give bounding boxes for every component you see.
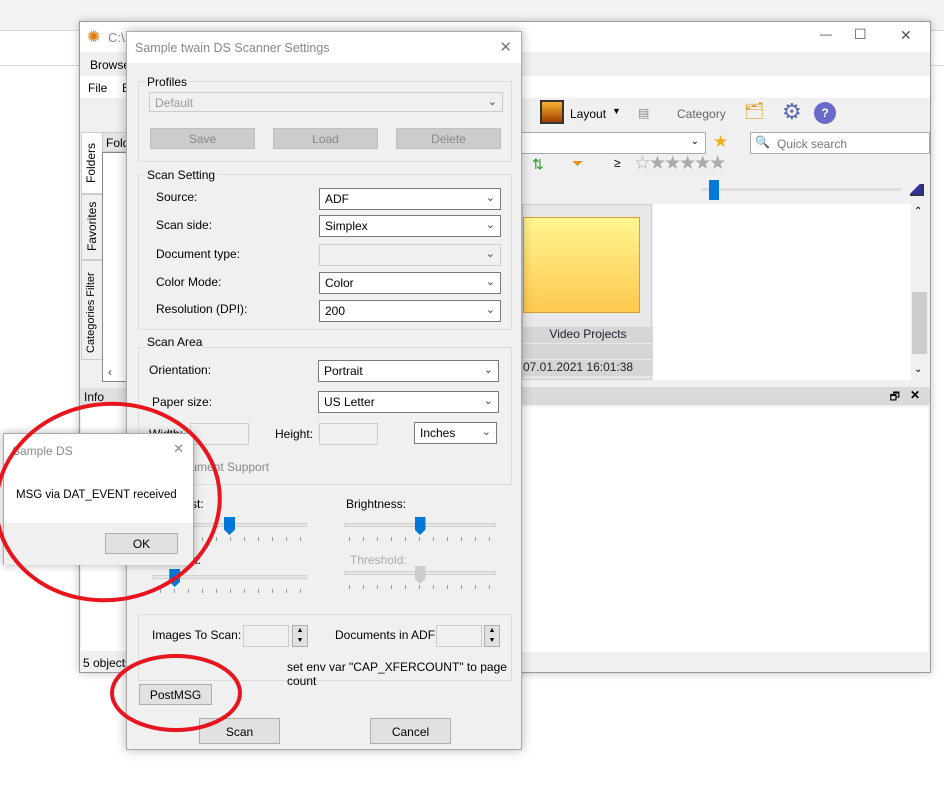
category-menu[interactable]: Category: [677, 107, 726, 121]
resolution-select[interactable]: 200 ⌄: [319, 300, 501, 322]
images-to-scan-spinner[interactable]: ▲ ▼: [292, 625, 308, 647]
images-to-scan-input[interactable]: [243, 625, 289, 647]
thumbnail-icon[interactable]: [910, 184, 924, 196]
rating-stars-filter[interactable]: ☆★★★★★: [634, 152, 726, 175]
quick-search-placeholder: Quick search: [777, 137, 848, 151]
menu-file[interactable]: File: [88, 81, 107, 95]
close-button[interactable]: ✕: [900, 27, 912, 44]
ok-button[interactable]: OK: [105, 533, 178, 554]
contrast-slider-thumb[interactable]: [224, 517, 235, 535]
scanner-settings-dialog: Sample twain DS Scanner Settings ✕ Profi…: [126, 31, 522, 750]
window-title: C:\: [108, 30, 125, 45]
paper-size-select[interactable]: US Letter ⌄: [318, 391, 499, 413]
scan-area-group-label: Scan Area: [145, 335, 205, 349]
folder-tree-icon[interactable]: 🗂: [744, 101, 764, 121]
color-mode-select[interactable]: Color ⌄: [319, 272, 501, 294]
scan-setting-group-label: Scan Setting: [145, 168, 218, 182]
message-text: MSG via DAT_EVENT received: [16, 489, 177, 501]
help-icon[interactable]: ?: [814, 102, 836, 124]
sort-icon[interactable]: ⇅: [532, 156, 544, 173]
minimize-button[interactable]: —: [820, 27, 832, 41]
width-input[interactable]: [190, 423, 249, 445]
documents-in-adf-spinner[interactable]: ▲ ▼: [484, 625, 500, 647]
filter-icon[interactable]: ⏷: [572, 155, 583, 172]
brightness-slider-thumb[interactable]: [414, 517, 426, 535]
close-panel-icon[interactable]: ✕: [910, 388, 920, 402]
gte-icon: ≥: [614, 156, 621, 170]
xfercount-hint: set env var "CAP_XFERCOUNT" to page coun…: [287, 660, 507, 688]
folder-name: Video Projects: [549, 327, 627, 341]
dialog-close-button[interactable]: ✕: [499, 38, 512, 56]
folder-thumbnail[interactable]: Video Projects 07.01.2021 16:01:38: [522, 204, 653, 380]
folder-date: 07.01.2021 16:01:38: [523, 360, 634, 374]
quick-search-input[interactable]: 🔍 Quick search: [750, 132, 930, 154]
resolution-label: Resolution (DPI):: [156, 302, 248, 316]
tab-browse[interactable]: Browse: [90, 58, 130, 72]
maximize-button[interactable]: ☐: [854, 26, 867, 43]
scan-side-label: Scan side:: [156, 218, 213, 232]
dialog-title: Sample twain DS Scanner Settings: [135, 41, 330, 55]
brightness-label: Brightness:: [346, 497, 407, 511]
source-label: Source:: [156, 190, 198, 204]
status-bar-text: 5 objects: [83, 656, 132, 670]
tab-favorites[interactable]: Favorites: [81, 194, 103, 260]
message-box-close-button[interactable]: ✕: [173, 441, 184, 457]
gear-icon[interactable]: ⚙: [782, 99, 802, 125]
favorite-star-icon[interactable]: ★: [713, 132, 728, 152]
delete-profile-button[interactable]: Delete: [396, 128, 501, 149]
height-label: Height:: [275, 427, 314, 441]
search-icon: 🔍: [755, 135, 770, 149]
app-logo-icon: ✺: [87, 29, 101, 46]
message-box-title: Sample DS: [12, 444, 73, 458]
document-type-label: Document type:: [156, 247, 241, 261]
layout-menu[interactable]: Layout: [570, 107, 606, 121]
postmsg-button[interactable]: PostMSG: [139, 684, 212, 705]
scan-side-select[interactable]: Simplex ⌄: [319, 215, 501, 237]
gamma-slider-thumb[interactable]: [169, 569, 181, 587]
documents-in-adf-label: Documents in ADF:: [335, 628, 439, 642]
height-input[interactable]: [319, 423, 378, 445]
thumb-size-slider[interactable]: [709, 180, 719, 200]
cancel-button[interactable]: Cancel: [370, 718, 451, 744]
scan-button[interactable]: Scan: [199, 718, 280, 744]
restore-panel-icon[interactable]: 🗗: [890, 388, 900, 407]
tab-categories-filter[interactable]: Categories Filter: [81, 260, 103, 360]
paper-size-label: Paper size:: [152, 395, 213, 409]
message-box: Sample DS ✕ MSG via DAT_EVENT received O…: [3, 433, 194, 565]
load-profile-button[interactable]: Load: [273, 128, 378, 149]
vertical-scrollbar[interactable]: ⌃ ⌄: [911, 204, 928, 380]
threshold-label: Threshold:: [350, 553, 407, 567]
slideshow-icon[interactable]: [540, 100, 564, 124]
tab-folders[interactable]: Folders: [81, 132, 103, 194]
orientation-select[interactable]: Portrait ⌄: [318, 360, 499, 382]
images-to-scan-label: Images To Scan:: [152, 628, 242, 642]
document-type-select[interactable]: ⌄: [319, 244, 501, 266]
color-mode-label: Color Mode:: [156, 275, 222, 289]
profile-select[interactable]: Default ⌄: [149, 92, 503, 112]
save-profile-button[interactable]: Save: [150, 128, 255, 149]
threshold-slider-thumb: [414, 566, 426, 584]
rating-icon[interactable]: ▤: [638, 106, 649, 120]
source-select[interactable]: ADF ⌄: [319, 188, 501, 210]
units-select[interactable]: Inches ⌄: [414, 422, 497, 444]
documents-in-adf-input[interactable]: [436, 625, 482, 647]
info-panel-label: Info: [84, 390, 105, 404]
orientation-label: Orientation:: [149, 363, 212, 377]
profiles-group-label: Profiles: [145, 75, 190, 89]
